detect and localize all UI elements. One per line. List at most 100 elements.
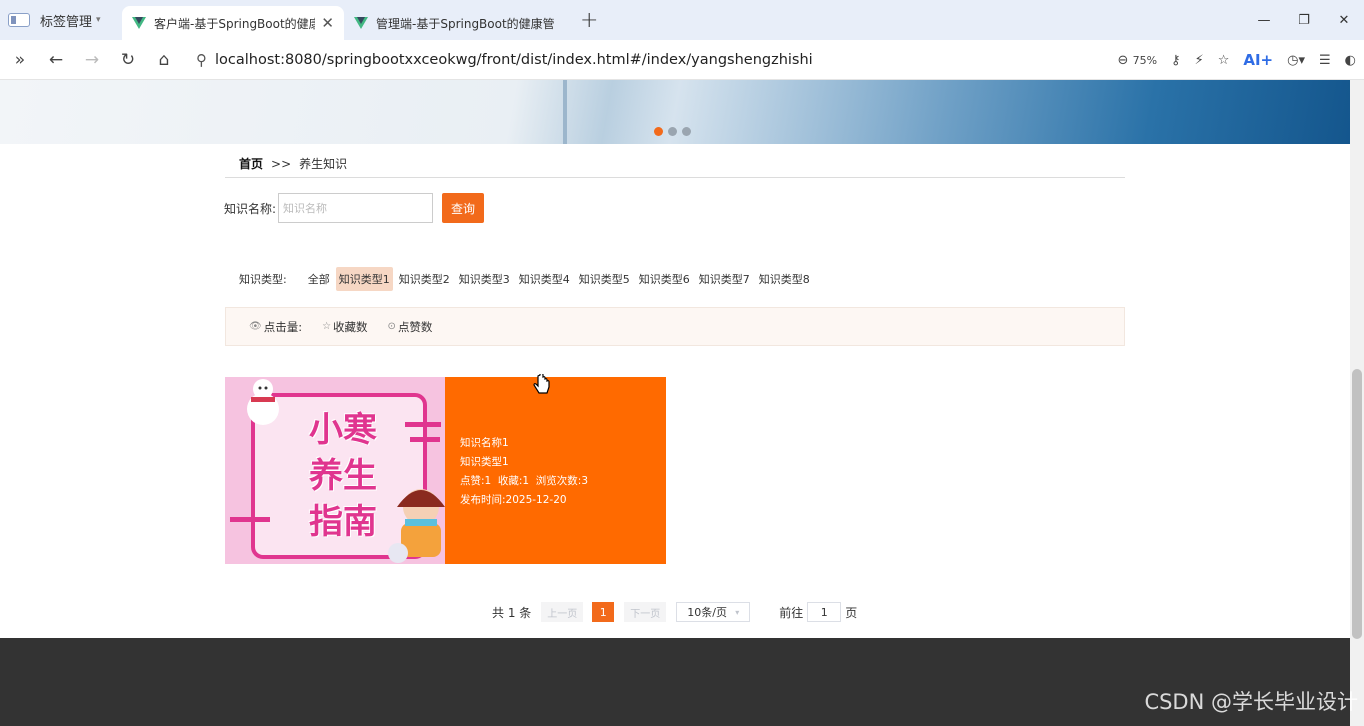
breadcrumb-current: 养生知识: [299, 157, 348, 171]
sidebar-toggle-icon[interactable]: »: [2, 50, 38, 70]
carousel-dot-3[interactable]: [682, 127, 691, 136]
minimize-icon[interactable]: —: [1244, 13, 1284, 28]
sort-clicks-label: 点击量:: [263, 319, 303, 334]
browser-tab-client[interactable]: 客户端-基于SpringBoot的健康 ✕: [122, 6, 344, 40]
page-size-select[interactable]: 10条/页 ▾: [676, 602, 751, 622]
breadcrumb-home[interactable]: 首页: [239, 157, 263, 171]
knowledge-card-stats: 点赞:1 收藏:1 浏览次数:3: [460, 475, 589, 487]
menu-icon[interactable]: ☰: [1319, 53, 1331, 68]
browser-toolbar: ⊖ 75% ⚷ ⚡ ☆ AI+ ◷▾ ☰ ◐: [1118, 40, 1356, 80]
type-option-4[interactable]: 知识类型4: [516, 267, 573, 291]
prev-page-button[interactable]: 上一页: [541, 602, 584, 622]
csdn-watermark: CSDN @学长毕业设计: [1144, 690, 1358, 714]
tab-manager-icon: [8, 13, 30, 27]
knowledge-card-date: 发布时间:2025-12-20: [460, 494, 567, 506]
knowledge-card-image: 小寒 养生 指南: [225, 377, 445, 564]
sort-likes[interactable]: ⊙ 点赞数: [388, 319, 433, 335]
page-size-value: 10条/页: [687, 606, 727, 619]
carousel-dot-2[interactable]: [668, 127, 677, 136]
divider: [225, 177, 1125, 178]
close-window-icon[interactable]: ✕: [1324, 13, 1364, 28]
search-row: 知识名称: 知识名称 查询: [224, 193, 485, 223]
carousel-dots: [654, 127, 691, 136]
browser-tab-bar: 标签管理 ▾ 客户端-基于SpringBoot的健康 ✕ 管理端-基于Sprin…: [0, 0, 1364, 40]
scrollbar-thumb[interactable]: [1352, 369, 1362, 639]
back-icon[interactable]: ←: [38, 50, 74, 70]
knowledge-card-type: 知识类型1: [460, 456, 509, 468]
sort-favorites[interactable]: ☆ 收藏数: [322, 319, 367, 335]
sort-clicks[interactable]: 👁 点击量:: [249, 319, 302, 335]
key-icon[interactable]: ⚷: [1171, 53, 1181, 68]
url-text: localhost:8080/springbootxxceokwg/front/…: [215, 51, 813, 68]
search-button[interactable]: 查询: [442, 193, 485, 223]
banner-decoration: [563, 80, 567, 144]
reload-icon[interactable]: ↻: [110, 50, 146, 70]
chevron-down-icon: ▾: [96, 15, 101, 25]
history-icon[interactable]: ◷▾: [1287, 53, 1305, 68]
poster-title: 小寒 养生 指南: [293, 407, 393, 545]
type-option-3[interactable]: 知识类型3: [456, 267, 513, 291]
knowledge-card-info: 知识名称1 知识类型1 点赞:1 收藏:1 浏览次数:3 发布时间:2025-1…: [445, 377, 666, 564]
ai-button[interactable]: AI+: [1243, 51, 1273, 69]
chevron-down-icon: ▾: [735, 607, 740, 617]
tab-manager-button[interactable]: 标签管理 ▾: [0, 0, 122, 40]
vue-logo-icon: [132, 17, 146, 29]
type-option-2[interactable]: 知识类型2: [396, 267, 453, 291]
type-option-6[interactable]: 知识类型6: [636, 267, 693, 291]
poster-title-line: 小寒: [309, 410, 377, 450]
knowledge-card[interactable]: 小寒 养生 指南 知识名称1 知识类型1 点赞:1 收藏:1 浏览次数:3 发布…: [225, 377, 666, 564]
next-page-button[interactable]: 下一页: [624, 602, 667, 622]
zoom-indicator[interactable]: ⊖ 75%: [1118, 53, 1157, 68]
type-option-1[interactable]: 知识类型1: [335, 267, 393, 291]
tab-title: 客户端-基于SpringBoot的健康: [154, 16, 316, 31]
extension-icon[interactable]: ◐: [1345, 53, 1356, 68]
address-bar: » ← → ↻ ⌂ ⚲ localhost:8080/springbootxxc…: [0, 40, 1364, 80]
type-option-5[interactable]: 知识类型5: [576, 267, 633, 291]
star-outline-icon: ☆: [322, 321, 332, 332]
sort-likes-label: 点赞数: [397, 319, 433, 334]
goto-page-input[interactable]: 1: [807, 602, 842, 622]
eye-icon: 👁: [249, 321, 262, 332]
tab-title: 管理端-基于SpringBoot的健康管: [376, 16, 555, 31]
knowledge-name-input[interactable]: 知识名称: [278, 193, 434, 223]
goto-suffix: 页: [845, 605, 858, 620]
pagination-total: 共 1 条: [492, 605, 532, 620]
carousel-dot-1[interactable]: [654, 127, 663, 136]
breadcrumb-separator: >>: [271, 157, 292, 171]
home-icon[interactable]: ⌂: [146, 50, 182, 70]
restore-icon[interactable]: ❐: [1284, 13, 1324, 28]
breadcrumb: 首页 >> 养生知识: [239, 155, 347, 172]
search-label: 知识名称:: [224, 201, 277, 216]
tab-manager-label: 标签管理: [40, 14, 93, 30]
hand-cursor-icon: [533, 374, 550, 394]
window-controls: — ❐ ✕: [1244, 0, 1364, 40]
star-icon[interactable]: ☆: [1218, 53, 1230, 68]
url-field[interactable]: ⚲ localhost:8080/springbootxxceokwg/fron…: [196, 51, 986, 69]
type-filter: 知识类型: 全部 知识类型1 知识类型2 知识类型3 知识类型4 知识类型5 知…: [239, 267, 816, 291]
type-option-7[interactable]: 知识类型7: [696, 267, 753, 291]
type-option-8[interactable]: 知识类型8: [756, 267, 813, 291]
search-icon: ⚲: [196, 50, 207, 69]
forward-icon[interactable]: →: [74, 50, 110, 70]
vue-logo-icon: [354, 17, 368, 29]
zoom-value: 75%: [1132, 53, 1158, 67]
bolt-icon[interactable]: ⚡: [1195, 53, 1204, 68]
goto-page: 前往 1 页: [779, 602, 857, 622]
sort-bar: 👁 点击量: ☆ 收藏数 ⊙ 点赞数: [225, 307, 1125, 346]
browser-tab-admin[interactable]: 管理端-基于SpringBoot的健康管: [344, 6, 566, 40]
knowledge-card-name: 知识名称1: [460, 437, 509, 449]
pagination: 共 1 条 上一页 1 下一页 10条/页 ▾ 前往 1 页: [492, 602, 857, 622]
new-tab-button[interactable]: +: [580, 8, 598, 33]
page-number-current[interactable]: 1: [592, 602, 615, 622]
type-filter-label: 知识类型:: [239, 273, 287, 286]
like-icon: ⊙: [387, 321, 396, 332]
type-option-all[interactable]: 全部: [305, 267, 333, 291]
vertical-scrollbar[interactable]: [1350, 80, 1364, 726]
page-viewport: 首页 >> 养生知识 知识名称: 知识名称 查询 知识类型: 全部 知识类型1 知识…: [0, 80, 1350, 726]
poster-title-line: 指南: [309, 502, 377, 542]
close-icon[interactable]: ✕: [321, 14, 334, 32]
goto-prefix: 前往: [779, 605, 804, 620]
carousel-banner[interactable]: [0, 80, 1350, 144]
sort-favorites-label: 收藏数: [333, 319, 368, 334]
poster-title-line: 养生: [309, 456, 377, 496]
